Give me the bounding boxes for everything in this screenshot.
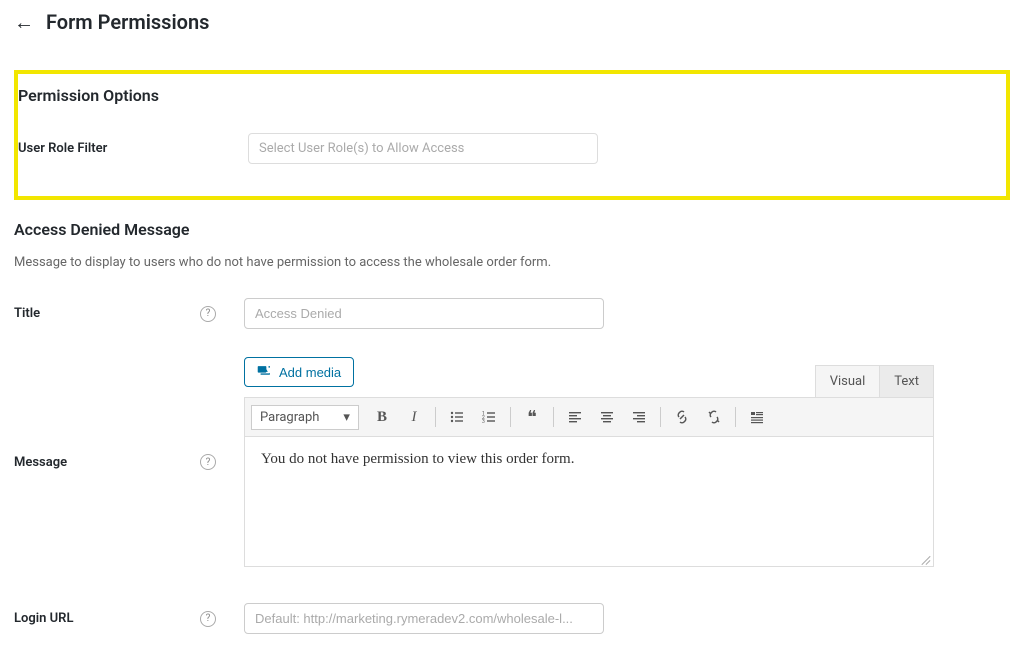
- numbered-list-button[interactable]: 123: [474, 402, 504, 432]
- align-right-button[interactable]: [624, 402, 654, 432]
- bold-button[interactable]: B: [367, 402, 397, 432]
- text-tab[interactable]: Text: [880, 365, 934, 397]
- unlink-button[interactable]: [699, 402, 729, 432]
- page-title: Form Permissions: [46, 10, 209, 34]
- toolbar-toggle-button[interactable]: [742, 402, 772, 432]
- message-editor[interactable]: You do not have permission to view this …: [244, 437, 934, 567]
- link-button[interactable]: [667, 402, 697, 432]
- message-field-label: Message: [14, 455, 67, 470]
- toolbar-separator: [553, 407, 554, 427]
- toolbar-separator: [660, 407, 661, 427]
- login-url-input[interactable]: [244, 603, 604, 634]
- visual-tab[interactable]: Visual: [815, 365, 881, 397]
- svg-text:3: 3: [482, 419, 485, 425]
- format-label: Paragraph: [260, 410, 319, 425]
- permission-options-highlight: Permission Options User Role Filter Sele…: [14, 70, 1010, 200]
- resize-handle[interactable]: [919, 552, 931, 564]
- chevron-down-icon: ▾: [343, 410, 350, 425]
- user-role-filter-label: User Role Filter: [18, 141, 228, 156]
- permission-options-title: Permission Options: [18, 86, 1006, 105]
- blockquote-button[interactable]: ❝: [517, 402, 547, 432]
- add-media-label: Add media: [279, 365, 341, 380]
- media-icon: [257, 364, 273, 380]
- help-icon[interactable]: ?: [200, 306, 216, 322]
- align-left-button[interactable]: [560, 402, 590, 432]
- italic-button[interactable]: I: [399, 402, 429, 432]
- message-content-text: You do not have permission to view this …: [261, 451, 574, 467]
- access-denied-description: Message to display to users who do not h…: [14, 255, 1010, 270]
- title-input[interactable]: [244, 298, 604, 329]
- back-arrow-icon[interactable]: ←: [14, 12, 34, 32]
- toolbar-separator: [510, 407, 511, 427]
- add-media-button[interactable]: Add media: [244, 357, 354, 387]
- user-role-filter-select[interactable]: Select User Role(s) to Allow Access: [248, 133, 598, 164]
- toolbar-separator: [735, 407, 736, 427]
- help-icon[interactable]: ?: [200, 454, 216, 470]
- format-select[interactable]: Paragraph ▾: [251, 405, 359, 430]
- help-icon[interactable]: ?: [200, 611, 216, 627]
- editor-toolbar: Paragraph ▾ B I 123 ❝: [244, 397, 934, 437]
- title-field-label: Title: [14, 306, 40, 321]
- bullet-list-button[interactable]: [442, 402, 472, 432]
- toolbar-separator: [435, 407, 436, 427]
- align-center-button[interactable]: [592, 402, 622, 432]
- access-denied-title: Access Denied Message: [14, 220, 1010, 239]
- login-url-label: Login URL: [14, 611, 73, 626]
